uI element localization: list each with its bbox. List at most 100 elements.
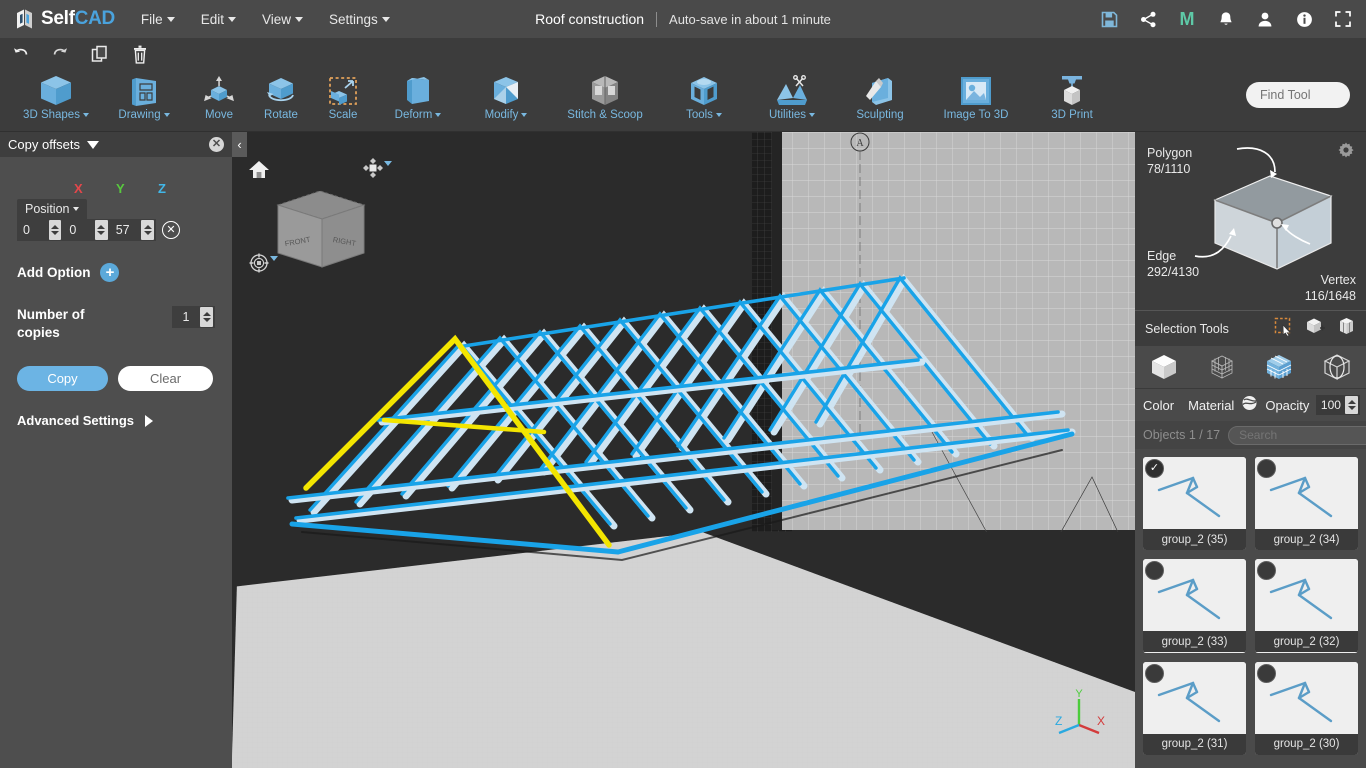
- remove-offset-button[interactable]: ✕: [162, 221, 180, 239]
- menu-view[interactable]: View: [262, 12, 303, 27]
- position-dropdown[interactable]: Position: [17, 199, 88, 219]
- menu-edit[interactable]: Edit: [201, 12, 236, 27]
- menu-file[interactable]: File: [141, 12, 175, 27]
- menu-settings[interactable]: Settings: [329, 12, 390, 27]
- main-menu: File Edit View Settings: [141, 12, 390, 27]
- modify-icon: [488, 74, 524, 108]
- info-icon[interactable]: [1293, 8, 1315, 30]
- object-card[interactable]: group_2 (32): [1255, 559, 1358, 653]
- object-select-checkbox[interactable]: [1257, 459, 1276, 478]
- number-of-copies-stepper[interactable]: [200, 307, 213, 327]
- object-card[interactable]: ✓ group_2 (35): [1143, 457, 1246, 551]
- tool-image-to-3d[interactable]: Image To 3D: [924, 70, 1028, 132]
- vertex-mode-icon[interactable]: [1202, 350, 1242, 384]
- utilities-icon: [774, 74, 810, 108]
- view-cube[interactable]: FRONT RIGHT: [274, 187, 368, 278]
- position-y-stepper[interactable]: [94, 220, 108, 240]
- chevron-down-icon: [435, 113, 442, 117]
- material-icon[interactable]: [1241, 395, 1258, 416]
- close-panel-button[interactable]: ✕: [209, 137, 224, 152]
- user-account-icon[interactable]: [1254, 8, 1276, 30]
- opacity-stepper[interactable]: [1345, 396, 1359, 414]
- add-option-button[interactable]: Add Option +: [0, 263, 232, 282]
- position-z-stepper[interactable]: [141, 220, 155, 240]
- ground-plane: [232, 532, 1135, 768]
- object-card[interactable]: group_2 (31): [1143, 661, 1246, 755]
- tool-3d-print[interactable]: 3D Print: [1028, 70, 1116, 132]
- selfcad-application: SelfCAD File Edit View Settings Roof con…: [0, 0, 1366, 768]
- object-select-checkbox[interactable]: [1257, 663, 1276, 683]
- position-z-input[interactable]: 57: [109, 219, 142, 241]
- 3d-viewport[interactable]: A B 1069 830 830 4: [232, 132, 1135, 768]
- tool-drawing[interactable]: Drawing: [100, 70, 188, 132]
- tool-sculpting[interactable]: Sculpting: [836, 70, 924, 132]
- opacity-input[interactable]: 100: [1316, 395, 1345, 415]
- fullscreen-icon[interactable]: [1332, 8, 1354, 30]
- number-of-copies-input[interactable]: 1: [172, 306, 200, 328]
- find-tool-input[interactable]: [1246, 82, 1350, 108]
- document-title[interactable]: Roof construction: [535, 11, 656, 27]
- copy-button[interactable]: Copy: [17, 366, 108, 391]
- opacity-control: 100: [1316, 395, 1361, 415]
- vertex-stat: Vertex 116/1648: [1305, 272, 1356, 304]
- object-select-checkbox[interactable]: ✓: [1145, 459, 1164, 478]
- copy-offsets-panel: Copy offsets ✕ X Y Z Position 0 0 57 ✕ A…: [0, 132, 232, 768]
- home-view-icon[interactable]: [248, 159, 270, 184]
- redo-button[interactable]: [40, 38, 80, 70]
- share-icon[interactable]: [1137, 8, 1159, 30]
- clear-button[interactable]: Clear: [118, 366, 213, 391]
- tool-move[interactable]: Move: [188, 70, 250, 132]
- object-mode-icon[interactable]: [1144, 350, 1184, 384]
- edge-mode-icon[interactable]: [1317, 350, 1357, 384]
- copy-button[interactable]: [80, 38, 120, 70]
- selection-tools-row: Selection Tools: [1135, 310, 1366, 346]
- objects-search-input[interactable]: [1228, 425, 1366, 445]
- collapse-left-panel-button[interactable]: ‹: [232, 132, 247, 157]
- position-x-stepper[interactable]: [48, 220, 62, 240]
- rectangle-select-icon[interactable]: [1274, 317, 1293, 341]
- add-select-icon[interactable]: [1305, 317, 1325, 341]
- opacity-label: Opacity: [1265, 397, 1310, 413]
- tool-3d-shapes[interactable]: 3D Shapes: [12, 70, 100, 132]
- edge-value: 292/4130: [1147, 265, 1200, 279]
- tool-stitch-scoop[interactable]: Stitch & Scoop: [550, 70, 660, 132]
- position-y-input[interactable]: 0: [63, 219, 95, 241]
- position-x-input[interactable]: 0: [17, 219, 49, 241]
- tool-modify[interactable]: Modify: [462, 70, 550, 132]
- plus-icon: +: [100, 263, 120, 282]
- panel-action-buttons: Copy Clear: [0, 366, 232, 391]
- object-name: group_2 (30): [1255, 733, 1358, 755]
- delete-button[interactable]: [120, 38, 160, 70]
- properties-panel: Polygon 78/1110 Edge 292/4130 Vertex 116…: [1135, 132, 1366, 768]
- objects-count: Objects 1 / 17: [1143, 428, 1221, 442]
- tool-rotate[interactable]: Rotate: [250, 70, 312, 132]
- chevron-down-icon: [87, 140, 100, 149]
- polygon-mode-icon[interactable]: [1259, 350, 1299, 384]
- app-logo[interactable]: SelfCAD: [15, 8, 115, 30]
- tool-scale[interactable]: Scale: [312, 70, 374, 132]
- object-select-checkbox[interactable]: [1145, 663, 1164, 683]
- panel-title-group[interactable]: Copy offsets: [8, 137, 100, 152]
- undo-button[interactable]: [0, 38, 40, 70]
- tool-tools[interactable]: Tools: [660, 70, 748, 132]
- perspective-view-icon[interactable]: [362, 157, 392, 184]
- tool-label: Deform: [395, 109, 442, 121]
- tool-utilities[interactable]: Utilities: [748, 70, 836, 132]
- save-icon[interactable]: [1098, 8, 1120, 30]
- polygon-value: 78/1110: [1147, 162, 1191, 176]
- mega-icon[interactable]: M: [1176, 8, 1198, 30]
- advanced-settings-label: Advanced Settings: [17, 413, 135, 428]
- tool-label: 3D Shapes: [23, 109, 89, 121]
- object-card[interactable]: group_2 (34): [1255, 457, 1358, 551]
- edge-stat: Edge 292/4130: [1147, 248, 1199, 280]
- tool-deform[interactable]: Deform: [374, 70, 462, 132]
- object-card[interactable]: group_2 (30): [1255, 661, 1358, 755]
- notifications-bell-icon[interactable]: [1215, 8, 1237, 30]
- axis-label-z: Z: [158, 181, 166, 196]
- object-card[interactable]: group_2 (33): [1143, 559, 1246, 653]
- advanced-settings-toggle[interactable]: Advanced Settings: [0, 413, 232, 428]
- chevron-down-icon: [809, 113, 816, 117]
- through-select-icon[interactable]: [1337, 317, 1356, 341]
- color-material-opacity-row: Color Material Opacity 100: [1135, 389, 1366, 421]
- objects-search-wrap: [1228, 425, 1366, 445]
